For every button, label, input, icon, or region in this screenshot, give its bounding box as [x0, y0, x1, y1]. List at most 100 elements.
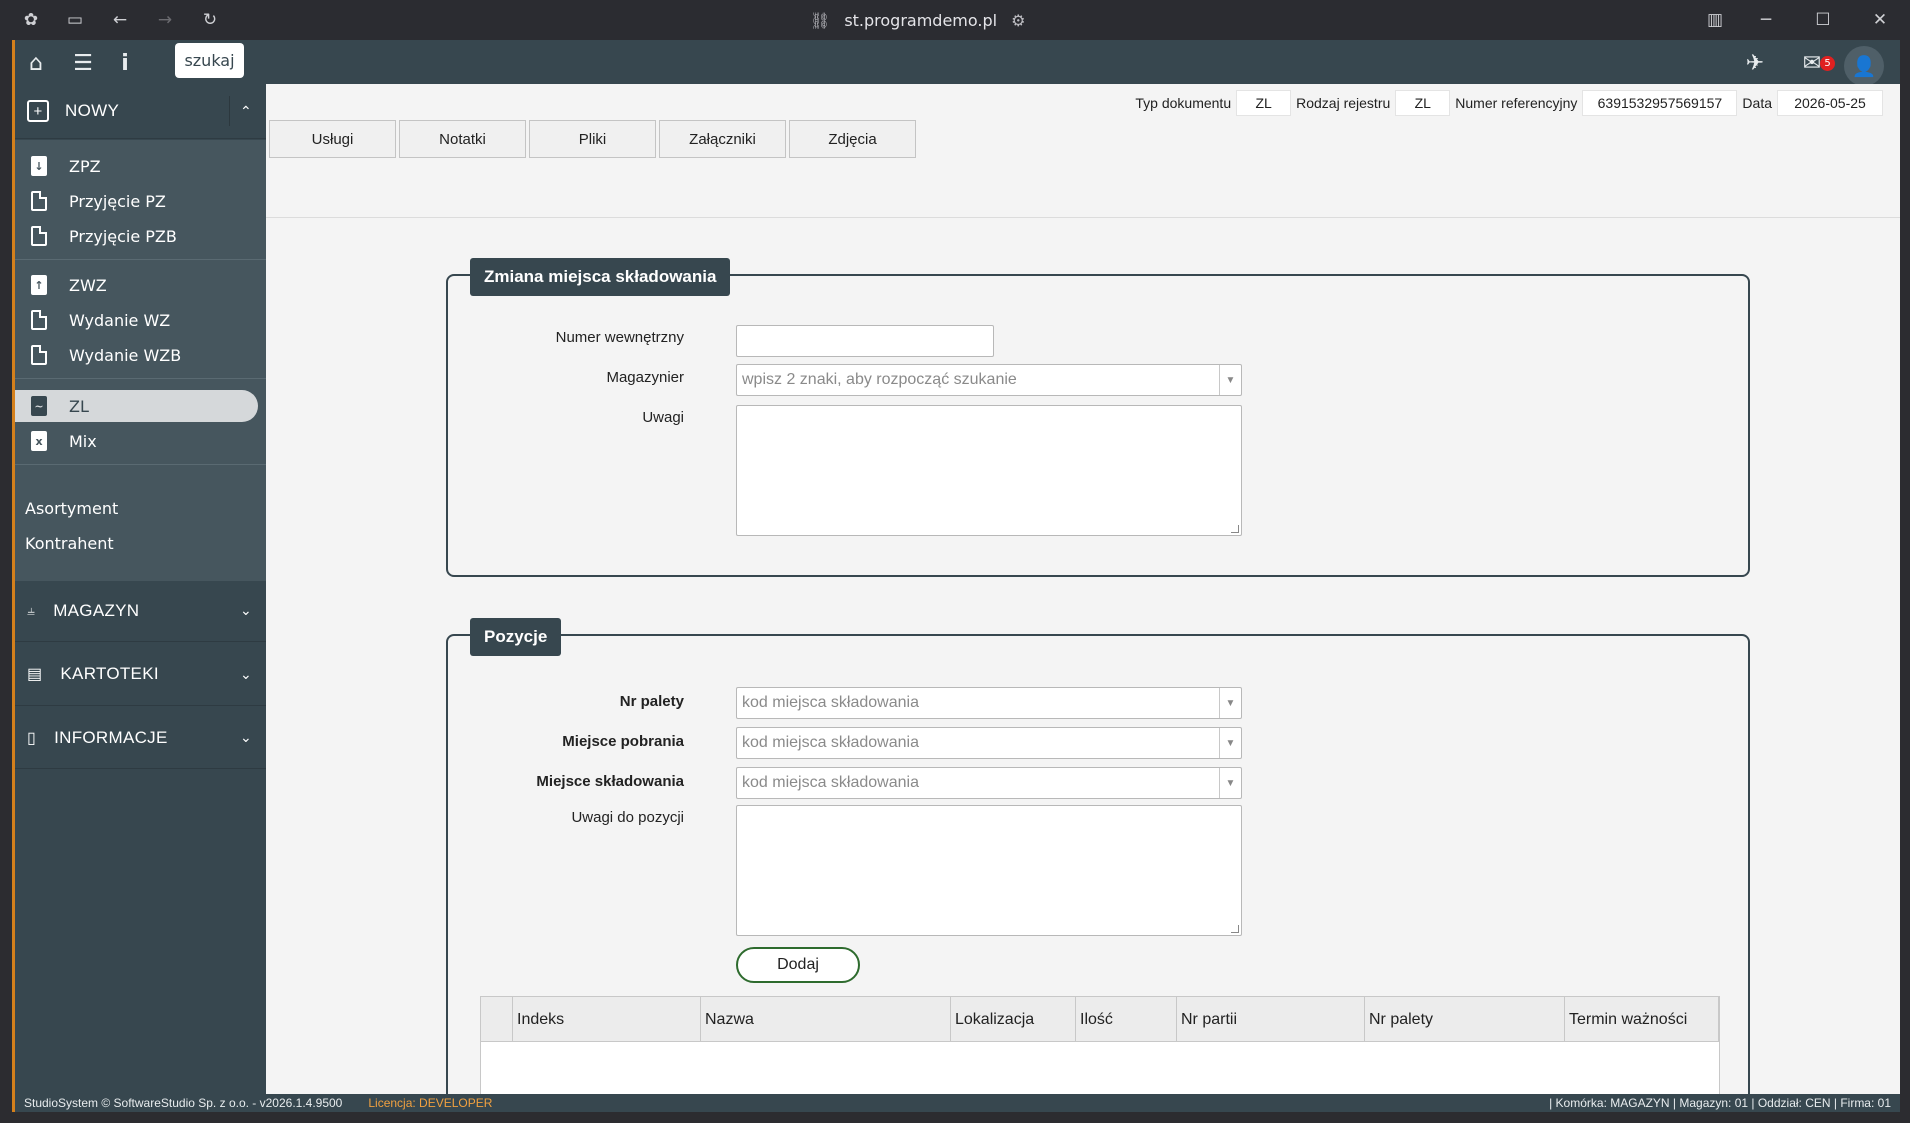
- uwagi-label: Uwagi: [642, 409, 684, 426]
- forward-icon[interactable]: →: [154, 9, 176, 31]
- meta-label: Typ dokumentu: [1135, 95, 1232, 111]
- chevron-down-icon[interactable]: ⌄: [240, 602, 252, 619]
- dropdown-arrow-icon[interactable]: ▼: [1219, 688, 1241, 718]
- numer-wewnetrzny-input[interactable]: [736, 325, 994, 357]
- minimize-icon[interactable]: ─: [1755, 9, 1777, 31]
- main-content: Typ dokumentu ZL Rodzaj rejestru ZL Nume…: [266, 84, 1900, 1112]
- column-header-indeks[interactable]: Indeks: [513, 997, 701, 1042]
- divider: [266, 217, 1900, 218]
- dropdown-arrow-icon[interactable]: ▼: [1219, 768, 1241, 798]
- sidebar-item-label: Wydanie WZB: [69, 345, 182, 365]
- nr-palety-placeholder: kod miejsca składowania: [742, 694, 919, 711]
- sidebar-item-label: ZWZ: [69, 275, 107, 295]
- document-icon: [31, 226, 47, 246]
- tab-pliki[interactable]: Pliki: [529, 120, 656, 158]
- site-settings-icon[interactable]: ⚙: [1011, 11, 1025, 30]
- sidebar: + NOWY ⌃ ↓ ZPZ Przyjęcie PZ Przyjęcie PZ…: [15, 84, 266, 1094]
- dropdown-arrow-icon[interactable]: ▼: [1219, 728, 1241, 758]
- chevron-down-icon[interactable]: ⌄: [240, 666, 252, 683]
- uwagi-do-pozycji-textarea[interactable]: [736, 805, 1242, 936]
- sidebar-item-asortyment[interactable]: Asortyment: [15, 492, 266, 524]
- meta-label: Rodzaj rejestru: [1296, 95, 1391, 111]
- excel-doc-icon: x: [31, 431, 47, 451]
- fieldset-zmiana-miejsca: Zmiana miejsca składowania Numer wewnętr…: [446, 258, 1750, 577]
- tab-uslugi[interactable]: Usługi: [269, 120, 396, 158]
- column-header-nr-palety[interactable]: Nr palety: [1365, 997, 1565, 1042]
- sidebar-item-label: Mix: [69, 431, 97, 451]
- column-header-nr-partii[interactable]: Nr partii: [1177, 997, 1365, 1042]
- column-header-lokalizacja[interactable]: Lokalizacja: [951, 997, 1076, 1042]
- uwagi-textarea[interactable]: [736, 405, 1242, 536]
- app-topbar: ⌂ ☰ i szukaj ✈ ✉ 5 👤: [15, 40, 1900, 86]
- miejsce-skladowania-placeholder: kod miejsca składowania: [742, 774, 919, 791]
- sidebar-item-label: Wydanie WZ: [69, 310, 171, 330]
- sidebar-section-informacje[interactable]: ▯ INFORMACJE ⌄: [15, 707, 266, 769]
- link-icon: ⛓: [810, 10, 831, 30]
- fieldset-legend: Zmiana miejsca składowania: [470, 258, 731, 296]
- back-icon[interactable]: ←: [109, 9, 131, 31]
- magazynier-combo[interactable]: wpisz 2 znaki, aby rozpocząć szukanie ▼: [736, 364, 1242, 396]
- plane-icon[interactable]: ✈: [1742, 50, 1768, 76]
- reload-icon[interactable]: ↻: [199, 9, 221, 31]
- upload-doc-icon: ↑: [31, 275, 47, 295]
- chevron-up-icon[interactable]: ⌃: [240, 103, 252, 120]
- maximize-icon[interactable]: ☐: [1812, 9, 1834, 31]
- info-icon[interactable]: i: [112, 50, 138, 76]
- menu-collapse-icon[interactable]: ☰: [70, 50, 96, 76]
- sidebar-item-zwz[interactable]: ↑ ZWZ: [15, 269, 266, 301]
- context-info: | Komórka: MAGAZYN | Magazyn: 01 | Oddzi…: [1549, 1096, 1891, 1110]
- tab-notatki[interactable]: Notatki: [399, 120, 526, 158]
- sidebar-toggle-icon[interactable]: ▭: [64, 9, 86, 31]
- home-icon[interactable]: ⌂: [23, 50, 49, 76]
- column-header-nazwa[interactable]: Nazwa: [701, 997, 951, 1042]
- sidebar-item-kontrahent[interactable]: Kontrahent: [15, 527, 266, 559]
- browser-logo-icon[interactable]: ✿: [20, 9, 42, 31]
- url-text: st.programdemo.pl: [844, 10, 998, 30]
- document-meta: Typ dokumentu ZL Rodzaj rejestru ZL Nume…: [1130, 90, 1883, 116]
- nr-palety-combo[interactable]: kod miejsca składowania ▼: [736, 687, 1242, 719]
- miejsce-pobrania-combo[interactable]: kod miejsca składowania ▼: [736, 727, 1242, 759]
- rodzaj-rejestru-value: ZL: [1395, 90, 1451, 116]
- sidebar-item-wydanie-wzb[interactable]: Wydanie WZB: [15, 339, 266, 371]
- document-icon: [31, 310, 47, 330]
- tab-zalaczniki[interactable]: Załączniki: [659, 120, 786, 158]
- chevron-down-icon[interactable]: ⌄: [240, 729, 252, 746]
- magazynier-label: Magazynier: [606, 369, 684, 386]
- search-button[interactable]: szukaj: [175, 43, 244, 78]
- document-icon: [31, 191, 47, 211]
- sidebar-section-kartoteki[interactable]: ▤ KARTOTEKI ⌄: [15, 643, 266, 706]
- tab-zdjecia[interactable]: Zdjęcia: [789, 120, 916, 158]
- user-icon[interactable]: 👤: [1844, 46, 1884, 86]
- copyright-text: StudioSystem © SoftwareStudio Sp. z o.o.…: [24, 1096, 343, 1110]
- sidebar-item-zl[interactable]: ~ ZL: [15, 390, 258, 422]
- dropdown-arrow-icon[interactable]: ▼: [1219, 365, 1241, 395]
- sidebar-section-label: NOWY: [65, 101, 120, 120]
- sidebar-section-nowy[interactable]: + NOWY ⌃: [15, 84, 266, 139]
- close-icon[interactable]: ✕: [1869, 9, 1891, 31]
- sidebar-item-wydanie-wz[interactable]: Wydanie WZ: [15, 304, 266, 336]
- fieldset-legend: Pozycje: [470, 618, 562, 656]
- miejsce-pobrania-label: Miejsce pobrania: [562, 733, 684, 750]
- address-bar[interactable]: ⛓ st.programdemo.pl ⚙: [810, 8, 1025, 32]
- sidebar-item-zpz[interactable]: ↓ ZPZ: [15, 150, 266, 182]
- miejsce-skladowania-combo[interactable]: kod miejsca składowania ▼: [736, 767, 1242, 799]
- sidebar-submenu: ↓ ZPZ Przyjęcie PZ Przyjęcie PZB ↑ ZWZ W…: [15, 140, 266, 492]
- numer-referencyjny-value: 6391532957569157: [1582, 90, 1738, 116]
- add-button[interactable]: Dodaj: [736, 947, 860, 983]
- split-view-icon[interactable]: ▥: [1704, 9, 1726, 31]
- typ-dokumentu-value: ZL: [1236, 90, 1292, 116]
- sidebar-item-label: Przyjęcie PZB: [69, 226, 177, 246]
- plus-square-icon: +: [27, 100, 49, 122]
- sidebar-item-przyjecie-pzb[interactable]: Przyjęcie PZB: [15, 220, 266, 252]
- sidebar-section-magazyn[interactable]: ⫨ MAGAZYN ⌄: [15, 580, 266, 642]
- document-icon: [31, 345, 47, 365]
- sidebar-item-przyjecie-pz[interactable]: Przyjęcie PZ: [15, 185, 266, 217]
- divider: [229, 96, 230, 126]
- tab-bar: Usługi Notatki Pliki Załączniki Zdjęcia: [269, 120, 916, 158]
- chart-doc-icon: ~: [31, 396, 47, 416]
- table-select-column[interactable]: [481, 997, 513, 1042]
- column-header-ilosc[interactable]: Ilość: [1076, 997, 1177, 1042]
- column-header-termin-waznosci[interactable]: Termin ważności: [1565, 997, 1719, 1042]
- sidebar-item-label: Asortyment: [25, 498, 119, 518]
- sidebar-item-mix[interactable]: x Mix: [15, 425, 266, 457]
